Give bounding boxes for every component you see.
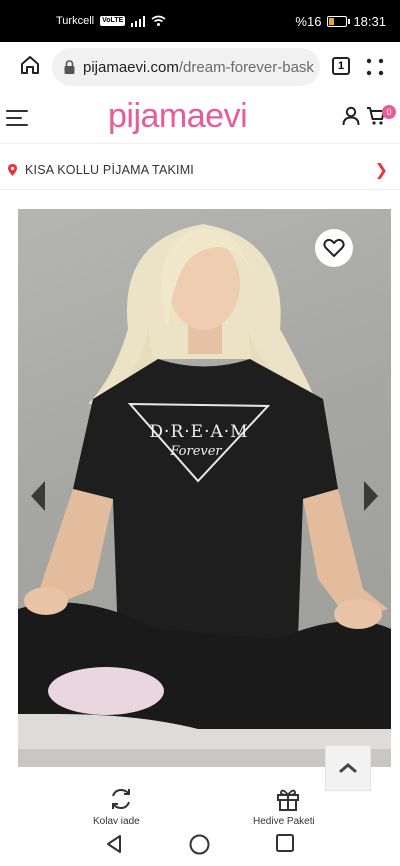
lock-icon	[64, 60, 75, 74]
wifi-icon	[151, 15, 166, 26]
chevron-up-icon	[339, 763, 357, 773]
heart-icon	[323, 238, 345, 257]
clock: 18:31	[353, 13, 386, 29]
fuzzy-slipper	[48, 667, 164, 715]
recents-icon[interactable]	[276, 834, 294, 852]
shirt-print-text: D·R·E·A·M	[149, 422, 248, 442]
signal-icon	[131, 15, 146, 27]
left-hand	[24, 587, 68, 615]
site-logo[interactable]: pijamaevi	[108, 96, 248, 136]
user-icon[interactable]	[342, 106, 360, 126]
cart-count-badge: 0	[382, 105, 396, 119]
battery-icon	[327, 15, 351, 27]
favorite-button[interactable]	[315, 229, 353, 267]
breadcrumb[interactable]: KISA KOLLU PİJAMA TAKIMI ❯	[0, 150, 400, 190]
hamburger-line	[6, 117, 22, 119]
tab-switcher-button[interactable]: 1	[332, 57, 350, 75]
logo-part1: pijama	[108, 97, 206, 135]
logo-part2: evi	[205, 97, 248, 135]
gift-icon[interactable]	[275, 786, 301, 812]
hamburger-line	[6, 110, 28, 112]
status-right: %16 18:31	[295, 14, 386, 29]
url-path: /dream-forever-bask	[178, 58, 314, 76]
home-icon[interactable]	[19, 54, 41, 76]
back-icon[interactable]	[105, 834, 123, 854]
hamburger-icon[interactable]	[6, 108, 30, 128]
page: Turkcell VoLTE %16 18:31 pijamaevi.com/d…	[0, 0, 400, 866]
arrow-right-icon[interactable]	[361, 479, 381, 513]
breadcrumb-label: KISA KOLLU PİJAMA TAKIMI	[25, 162, 194, 177]
carrier-name: Turkcell	[56, 15, 95, 27]
battery-fill	[329, 17, 335, 25]
network-badge: VoLTE	[100, 16, 126, 26]
site-header: pijamaevi 0	[0, 92, 400, 144]
menu-dots-icon[interactable]	[364, 56, 386, 78]
status-left: Turkcell VoLTE	[56, 15, 166, 27]
address-bar[interactable]: pijamaevi.com/dream-forever-bask	[52, 48, 320, 86]
left-arm	[38, 489, 113, 604]
android-navigation-bar	[0, 824, 400, 866]
hamburger-line	[6, 124, 28, 126]
location-pin-icon	[8, 163, 17, 176]
url-text: pijamaevi.com/dream-forever-bask	[83, 59, 314, 76]
exchange-icon[interactable]	[108, 786, 134, 812]
status-bar: Turkcell VoLTE %16 18:31	[0, 0, 400, 42]
home-circle-icon[interactable]	[189, 834, 210, 855]
product-photo: D·R·E·A·M Forever	[18, 224, 391, 767]
shirt-print-script: Forever	[169, 444, 222, 459]
browser-toolbar: pijamaevi.com/dream-forever-bask 1	[0, 42, 400, 92]
url-domain: pijamaevi.com	[83, 58, 179, 76]
scroll-to-top-button[interactable]	[325, 745, 371, 791]
chevron-right-icon: ❯	[374, 161, 388, 179]
battery-percent: %16	[295, 13, 322, 29]
product-image[interactable]: D·R·E·A·M Forever	[18, 209, 391, 767]
arrow-left-icon[interactable]	[28, 479, 48, 513]
right-hand	[334, 599, 382, 629]
